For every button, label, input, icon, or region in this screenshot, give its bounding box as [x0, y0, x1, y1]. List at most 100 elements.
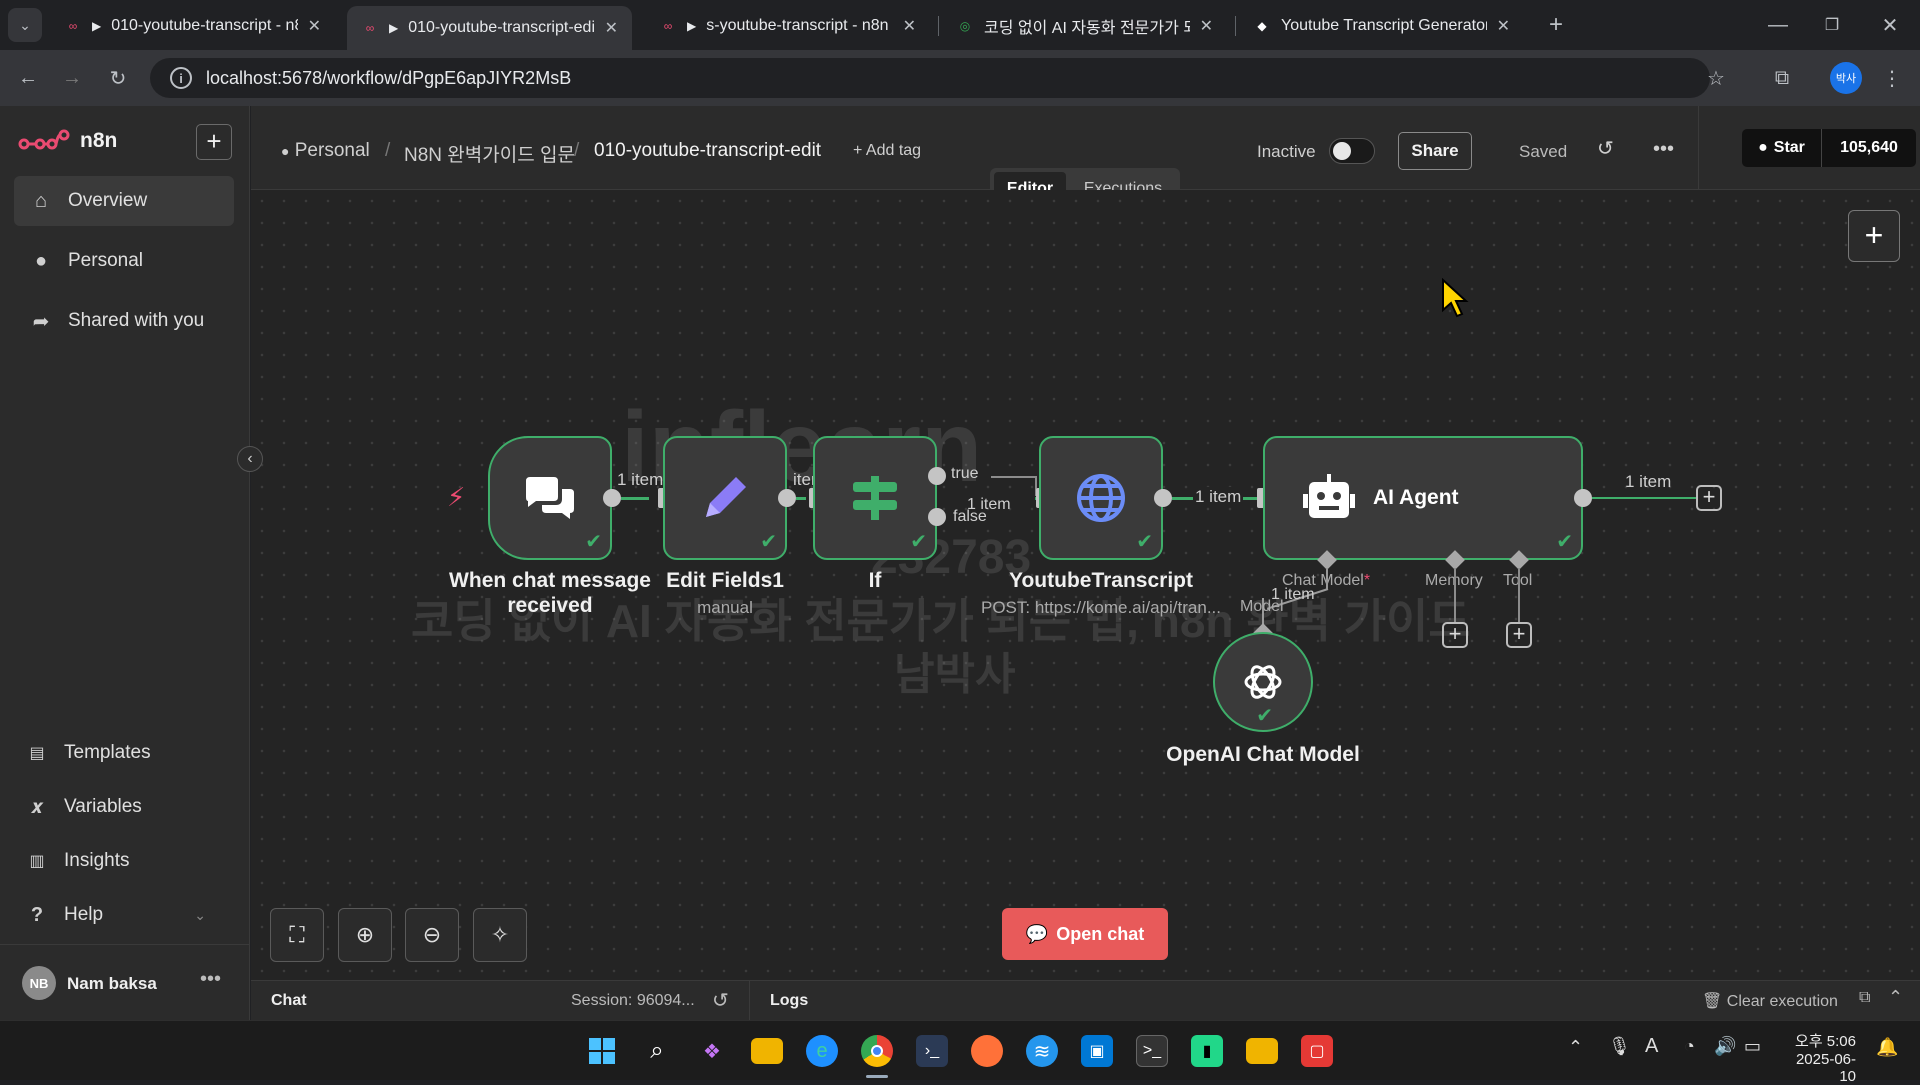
open-chat-button[interactable]: 💬 Open chat — [1002, 908, 1168, 960]
active-toggle[interactable] — [1329, 138, 1375, 164]
copilot-icon[interactable]: ❖ — [696, 1035, 728, 1067]
folder-icon[interactable] — [1246, 1038, 1278, 1064]
sidebar-item-templates[interactable]: ▤ Templates — [10, 728, 230, 778]
connection-edge-true[interactable] — [991, 476, 1035, 478]
browser-tab-5[interactable]: ◆ Youtube Transcript Generator ✕ — [1239, 8, 1524, 44]
app-icon[interactable]: ▢ — [1301, 1035, 1333, 1067]
close-tab-icon[interactable]: ✕ — [605, 18, 618, 38]
collapse-sidebar-button[interactable]: ‹ — [237, 446, 263, 472]
profile-avatar[interactable]: 박사 — [1830, 62, 1862, 94]
pycharm-icon[interactable]: ▮ — [1191, 1035, 1223, 1067]
address-bar[interactable]: i localhost:5678/workflow/dPgpE6apJIYR2M… — [150, 58, 1710, 98]
node-if[interactable]: ✔ — [813, 436, 937, 560]
file-explorer-icon[interactable] — [751, 1038, 783, 1064]
tidy-up-button[interactable]: ✧ — [473, 908, 527, 962]
microphone-icon[interactable]: 🎙 — [1608, 1036, 1631, 1057]
add-tag-button[interactable]: + Add tag — [853, 142, 921, 160]
bookmark-star-icon[interactable]: ☆ — [1700, 62, 1732, 94]
docker-icon[interactable]: ≋ — [1026, 1035, 1058, 1067]
sidebar-item-help[interactable]: ? Help ⌄ — [10, 890, 230, 940]
sidebar-item-overview[interactable]: ⌂ Overview — [14, 176, 234, 226]
browser-menu-icon[interactable]: ⋮ — [1876, 62, 1908, 94]
node-openai-chat-model[interactable]: ✔ — [1213, 632, 1313, 732]
add-next-node-button[interactable]: + — [1696, 485, 1722, 511]
expand-panel-icon[interactable]: ⌃ — [1888, 987, 1903, 1008]
model-connection-edge[interactable] — [1326, 568, 1328, 590]
share-button[interactable]: Share — [1398, 132, 1472, 170]
breadcrumb-folder[interactable]: N8N 완벽가이드 입문 — [404, 140, 575, 167]
node-chat-trigger[interactable]: ✔ — [488, 436, 612, 560]
sidebar-item-personal[interactable]: ● Personal — [14, 236, 234, 286]
fit-view-button[interactable]: ⛶ — [270, 908, 324, 962]
output-port-false[interactable] — [928, 508, 946, 526]
browser-tab-3[interactable]: ∞ ▶ s-youtube-transcript - n8n ✕ — [645, 8, 930, 44]
windows-start-icon[interactable] — [586, 1035, 618, 1067]
close-tab-icon[interactable]: ✕ — [308, 16, 321, 36]
n8n-logo[interactable]: n8n — [18, 128, 117, 154]
forward-arrow-icon[interactable]: → — [56, 62, 88, 94]
avatar[interactable]: NB — [22, 966, 56, 1000]
user-menu-icon[interactable]: ••• — [200, 968, 221, 991]
node-ai-agent[interactable]: AI Agent ✔ — [1263, 436, 1583, 560]
close-tab-icon[interactable]: ✕ — [1200, 16, 1213, 36]
browser-tab-4[interactable]: ◎ 코딩 없이 AI 자동화 전문가가 되는 ✕ — [942, 8, 1227, 44]
popout-icon[interactable]: ⧉ — [1859, 989, 1870, 1007]
output-port-true[interactable] — [928, 467, 946, 485]
output-port[interactable] — [603, 489, 621, 507]
ime-icon[interactable]: A — [1645, 1035, 1658, 1058]
terminal-icon[interactable]: >_ — [1136, 1035, 1168, 1067]
edge-browser-icon[interactable]: e — [806, 1035, 838, 1067]
node-youtube-transcript[interactable]: ✔ — [1039, 436, 1163, 560]
volume-icon[interactable]: 🔊 — [1714, 1036, 1736, 1057]
github-star-button[interactable]: ● Star 105,640 — [1742, 129, 1916, 167]
output-port[interactable] — [778, 489, 796, 507]
zoom-out-button[interactable]: ⊖ — [405, 908, 459, 962]
chat-panel-title[interactable]: Chat — [271, 992, 307, 1010]
zoom-in-button[interactable]: ⊕ — [338, 908, 392, 962]
history-icon[interactable]: ↺ — [1597, 136, 1614, 161]
powershell-icon[interactable]: ›_ — [916, 1035, 948, 1067]
connection-edge[interactable] — [796, 497, 806, 500]
more-options-icon[interactable]: ••• — [1653, 138, 1674, 161]
node-edit-fields[interactable]: ✔ — [663, 436, 787, 560]
tab-search-button[interactable]: ⌄ — [8, 8, 42, 42]
firefox-browser-icon[interactable] — [971, 1035, 1003, 1067]
create-button[interactable]: + — [196, 124, 232, 160]
breadcrumb-project[interactable]: ● Personal — [281, 140, 370, 162]
sidebar-item-shared[interactable]: ➦ Shared with you — [14, 296, 234, 346]
search-icon[interactable]: ⌕ — [641, 1035, 673, 1067]
tray-expand-icon[interactable]: ⌃ — [1568, 1037, 1583, 1058]
workflow-name[interactable]: 010-youtube-transcript-edit — [594, 140, 821, 162]
site-info-icon[interactable]: i — [170, 67, 192, 89]
wifi-icon[interactable]: ◔ — [1684, 1036, 1695, 1057]
logs-panel-title[interactable]: Logs — [770, 992, 808, 1010]
browser-tab-2[interactable]: ∞ ▶ 010-youtube-transcript-edit ✕ — [347, 6, 632, 50]
restore-window-button[interactable]: ❐ — [1816, 9, 1848, 41]
output-port[interactable] — [1154, 489, 1172, 507]
clock[interactable]: 오후 5:06 2025-06-10 — [1786, 1030, 1856, 1085]
add-tool-button[interactable]: + — [1506, 622, 1532, 648]
workflow-canvas[interactable]: inflearn 232783 코딩 없이 AI 자동화 전문가가 되는 법, … — [237, 190, 1920, 980]
extensions-icon[interactable]: ⧉ — [1766, 62, 1798, 94]
store-icon[interactable]: ▣ — [1081, 1035, 1113, 1067]
back-arrow-icon[interactable]: ← — [12, 62, 44, 94]
sidebar-item-insights[interactable]: ▥ Insights — [10, 836, 230, 886]
close-tab-icon[interactable]: ✕ — [903, 16, 916, 36]
minimize-window-button[interactable]: — — [1762, 9, 1794, 41]
new-tab-button[interactable]: + — [1540, 9, 1572, 41]
sidebar-item-variables[interactable]: 𝒙 Variables — [10, 782, 230, 832]
connection-edge[interactable] — [621, 497, 649, 500]
clear-execution-button[interactable]: 🗑 Clear execution — [1702, 991, 1838, 1011]
output-port[interactable] — [1574, 489, 1592, 507]
chrome-browser-icon[interactable] — [861, 1035, 893, 1067]
reload-icon[interactable]: ↻ — [102, 62, 134, 94]
close-window-button[interactable]: ✕ — [1874, 9, 1906, 41]
browser-tab-1[interactable]: ∞ ▶ 010-youtube-transcript - n8n ✕ — [50, 8, 335, 44]
notification-bell-icon[interactable]: 🔔 — [1876, 1037, 1898, 1058]
connection-edge[interactable] — [1592, 497, 1696, 499]
reset-session-icon[interactable]: ↺ — [712, 988, 729, 1013]
add-memory-button[interactable]: + — [1442, 622, 1468, 648]
battery-icon[interactable]: ▭ — [1744, 1036, 1761, 1057]
close-tab-icon[interactable]: ✕ — [1497, 16, 1510, 36]
add-node-button[interactable]: + — [1848, 210, 1900, 262]
